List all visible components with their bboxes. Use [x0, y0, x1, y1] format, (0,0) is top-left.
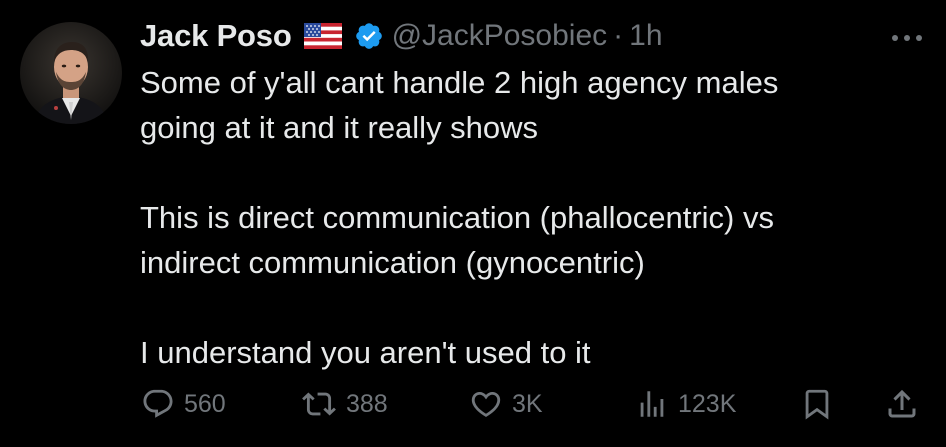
display-name[interactable]: Jack Poso — [140, 18, 292, 54]
views-button[interactable]: 123K — [634, 384, 736, 424]
tweet-header: Jack Poso @JackPosobiec · 1h — [140, 12, 663, 60]
tweet-text-line: going at it and it really shows — [140, 110, 539, 145]
reply-button[interactable]: 560 — [140, 384, 226, 424]
repost-count: 388 — [346, 389, 388, 418]
heart-icon — [468, 387, 504, 421]
reply-count: 560 — [184, 389, 226, 418]
tweet-text-line: This is direct communication (phallocent… — [140, 200, 774, 235]
repost-button[interactable]: 388 — [300, 384, 388, 424]
repost-icon — [300, 387, 338, 421]
like-count: 3K — [512, 389, 543, 418]
bookmark-icon — [800, 387, 834, 421]
author-handle[interactable]: @JackPosobiec — [392, 19, 608, 53]
us-flag-icon — [303, 23, 342, 49]
separator-dot: · — [613, 19, 624, 52]
tweet-text: Some of y'all cant handle 2 high agency … — [140, 60, 920, 375]
share-button[interactable] — [884, 384, 920, 424]
verified-badge-icon[interactable] — [354, 21, 384, 51]
bookmark-button[interactable] — [800, 384, 834, 424]
reply-icon — [140, 387, 176, 421]
more-options-icon[interactable] — [890, 30, 924, 41]
tweet-text-line: Some of y'all cant handle 2 high agency … — [140, 65, 779, 100]
tweet-text-line: I understand you aren't used to it — [140, 335, 591, 370]
like-button[interactable]: 3K — [468, 384, 543, 424]
views-chart-icon — [634, 387, 670, 421]
views-count: 123K — [678, 389, 737, 418]
avatar[interactable] — [20, 22, 122, 124]
tweet-text-line: indirect communication (gynocentric) — [140, 245, 645, 280]
action-bar: 560 388 3K 123K — [140, 384, 930, 424]
tweet[interactable]: Jack Poso @JackPosobiec · 1h Some of y'a… — [0, 0, 946, 447]
timestamp[interactable]: 1h — [629, 19, 662, 53]
share-icon — [884, 386, 920, 422]
